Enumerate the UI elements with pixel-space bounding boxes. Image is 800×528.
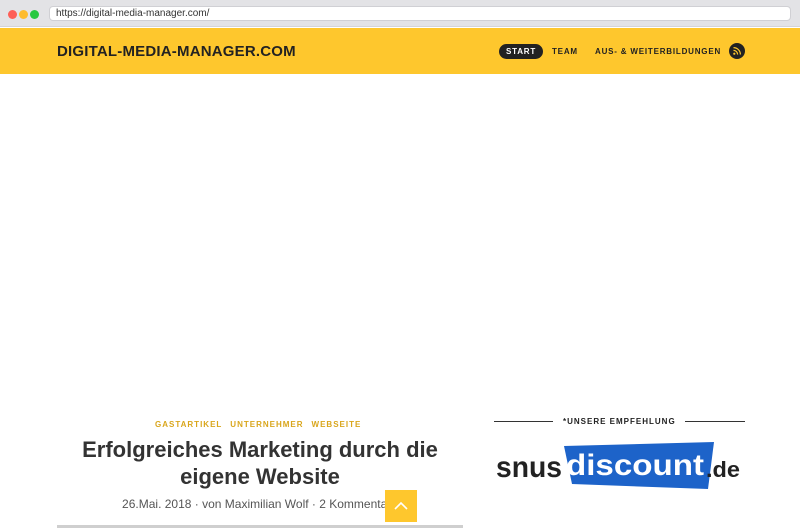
post-title[interactable]: Erfolgreiches Marketing durch die eigene…	[60, 436, 460, 490]
widget-divider-left	[494, 421, 553, 422]
maximize-window-button[interactable]	[30, 10, 39, 19]
nav-item-team[interactable]: TEAM	[552, 44, 578, 59]
post-categories: GASTARTIKEL UNTERNEHMER WEBSEITE	[155, 420, 369, 429]
snusdiscount-logo[interactable]: snus discount .de	[494, 440, 744, 492]
scroll-to-top-button[interactable]	[385, 490, 417, 522]
url-text: https://digital-media-manager.com/	[56, 8, 210, 19]
close-window-button[interactable]	[8, 10, 17, 19]
svg-text:.de: .de	[706, 457, 740, 482]
minimize-window-button[interactable]	[19, 10, 28, 19]
nav-item-aus-weiterbildungen[interactable]: AUS- & WEITERBILDUNGEN	[595, 44, 721, 59]
category-link-webseite[interactable]: WEBSEITE	[312, 420, 362, 429]
chevron-up-icon	[394, 501, 408, 510]
widget-title: *UNSERE EMPFEHLUNG	[563, 417, 676, 426]
address-bar[interactable]: https://digital-media-manager.com/	[49, 6, 791, 21]
svg-text:discount: discount	[566, 449, 704, 482]
nav-item-start[interactable]: START	[499, 44, 544, 59]
browser-toolbar: https://digital-media-manager.com/	[0, 0, 800, 27]
widget-divider-right	[685, 421, 745, 422]
svg-text:snus: snus	[496, 451, 562, 484]
category-link-gastartikel[interactable]: GASTARTIKEL	[155, 420, 222, 429]
site-header: DIGITAL-MEDIA-MANAGER.COM START TEAM AUS…	[0, 28, 800, 74]
rss-icon[interactable]	[729, 43, 745, 59]
category-link-unternehmer[interactable]: UNTERNEHMER	[230, 420, 303, 429]
site-title[interactable]: DIGITAL-MEDIA-MANAGER.COM	[57, 43, 296, 60]
